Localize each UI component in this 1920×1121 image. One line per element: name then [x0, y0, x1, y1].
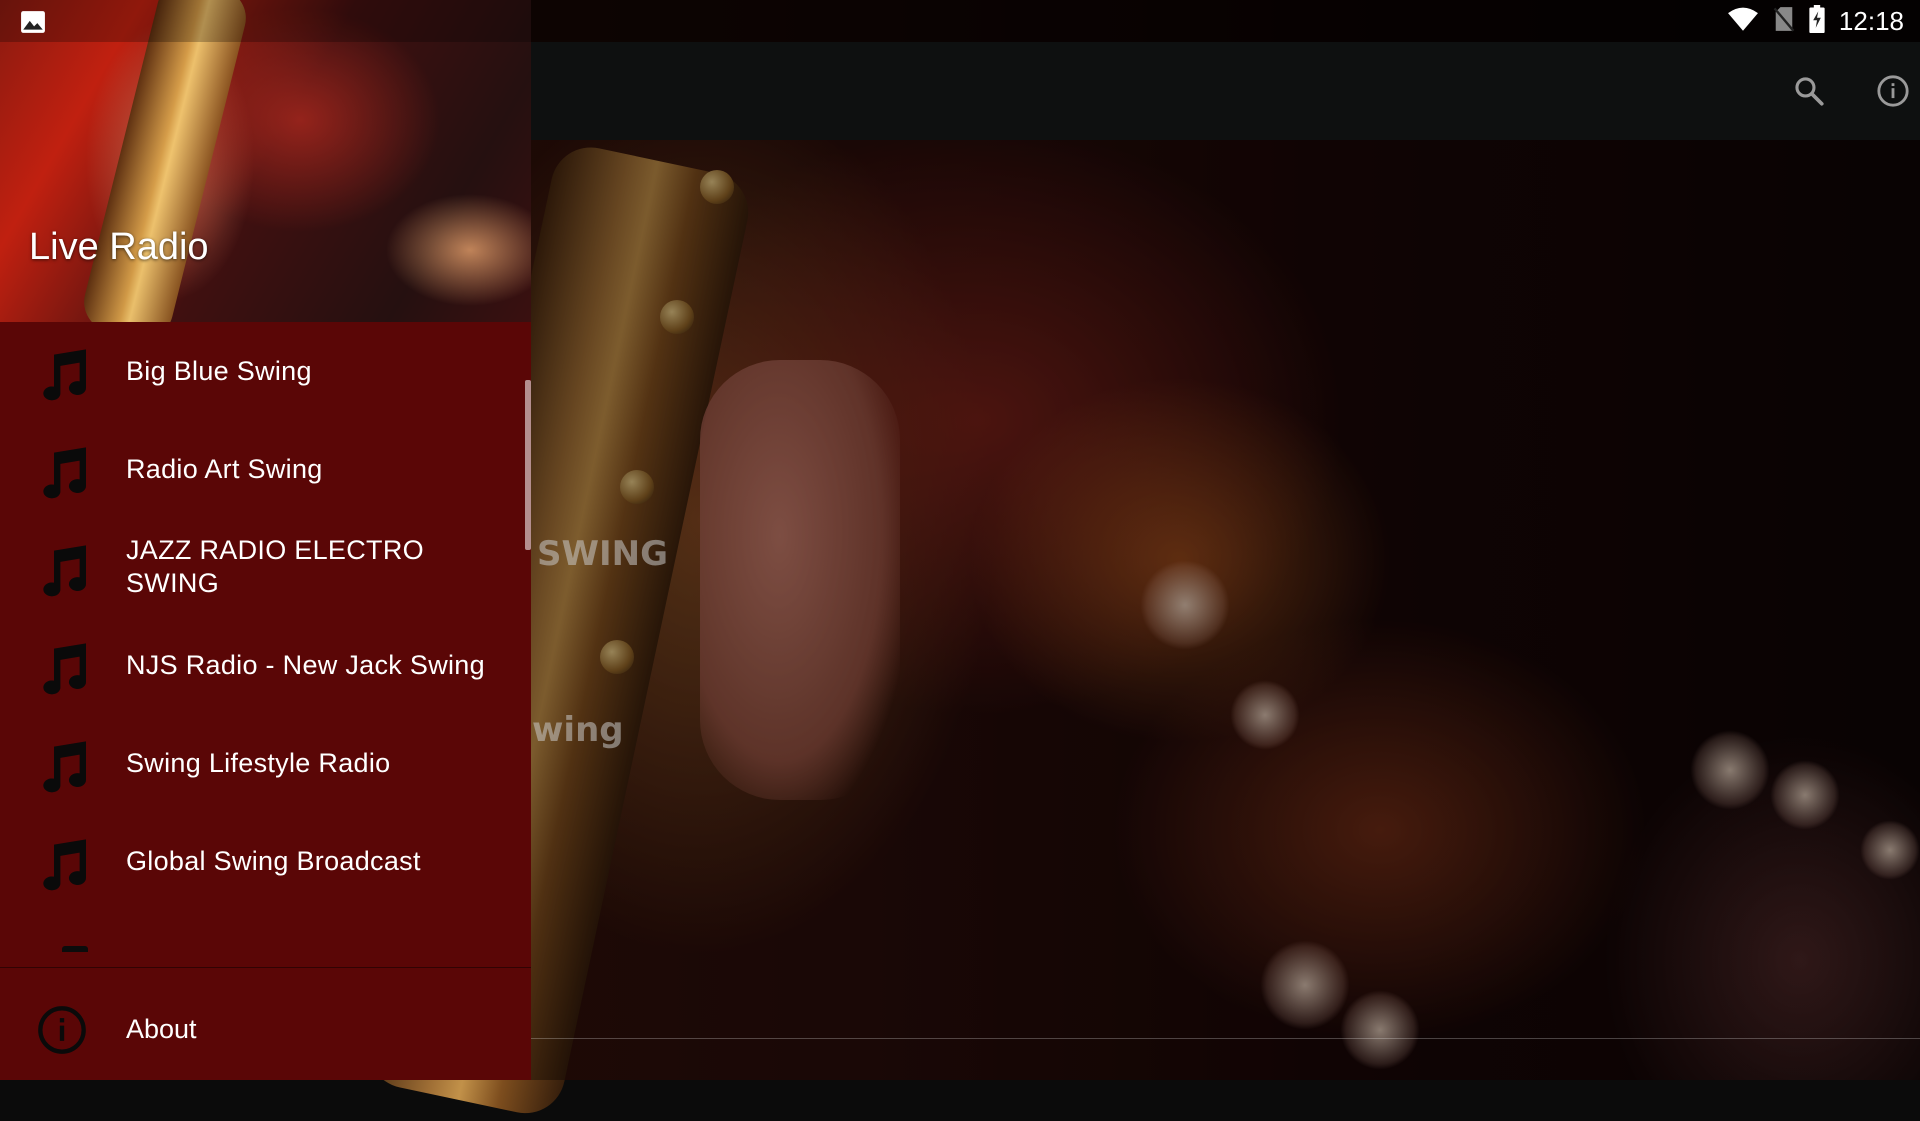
navigation-drawer: Live Radio Big Blue Swing Radio Art Swin…: [0, 0, 531, 1080]
station-label: NJS Radio - New Jack Swing: [126, 649, 485, 680]
background-subtitle-fragment: wing: [532, 710, 624, 750]
wifi-icon: [1727, 6, 1759, 37]
info-icon: [36, 1004, 88, 1061]
scrollbar[interactable]: [525, 380, 531, 550]
about-item[interactable]: About: [0, 982, 531, 1080]
music-note-icon: [30, 736, 94, 805]
battery-charging-icon: [1809, 4, 1825, 38]
station-item[interactable]: JAZZ RADIO ELECTRO SWING: [0, 518, 531, 616]
station-label: Radio Art Swing: [126, 453, 323, 484]
app-toolbar: [530, 42, 1920, 140]
station-label: Global Swing Broadcast: [126, 845, 421, 876]
station-label: Swing Lifestyle Radio: [126, 747, 391, 778]
drawer-divider: [0, 967, 531, 968]
drawer-header: Live Radio: [0, 0, 531, 322]
station-item[interactable]: Swing Lifestyle Radio: [0, 714, 531, 812]
divider: [530, 1038, 1920, 1039]
about-label: About: [126, 1014, 197, 1044]
station-item[interactable]: NJS Radio - New Jack Swing: [0, 616, 531, 714]
station-label: Big Blue Swing: [126, 355, 312, 386]
search-icon[interactable]: [1784, 66, 1834, 116]
status-time: 12:18: [1838, 5, 1904, 36]
station-item[interactable]: Global Swing Broadcast: [0, 812, 531, 910]
saxophone-graphic: [77, 0, 253, 322]
station-list[interactable]: Big Blue Swing Radio Art Swing JAZZ RADI…: [0, 322, 531, 962]
music-note-icon: [30, 344, 94, 413]
music-note-icon: [30, 834, 94, 903]
info-icon[interactable]: [1868, 66, 1918, 116]
station-item[interactable]: Big Blue Swing: [0, 322, 531, 420]
status-tint: [0, 0, 531, 42]
status-icons: 12:18: [1727, 0, 1904, 42]
station-item[interactable]: Radio Art Swing: [0, 420, 531, 518]
music-note-icon: [30, 442, 94, 511]
music-note-icon: [62, 946, 88, 952]
image-notification-icon: [20, 10, 46, 39]
music-note-icon: [30, 540, 94, 609]
no-sim-icon: [1773, 6, 1795, 37]
drawer-title: Live Radio: [29, 226, 209, 268]
station-label: JAZZ RADIO ELECTRO SWING: [126, 535, 424, 598]
music-note-icon: [30, 638, 94, 707]
background-heading-fragment: SWING: [537, 534, 669, 574]
